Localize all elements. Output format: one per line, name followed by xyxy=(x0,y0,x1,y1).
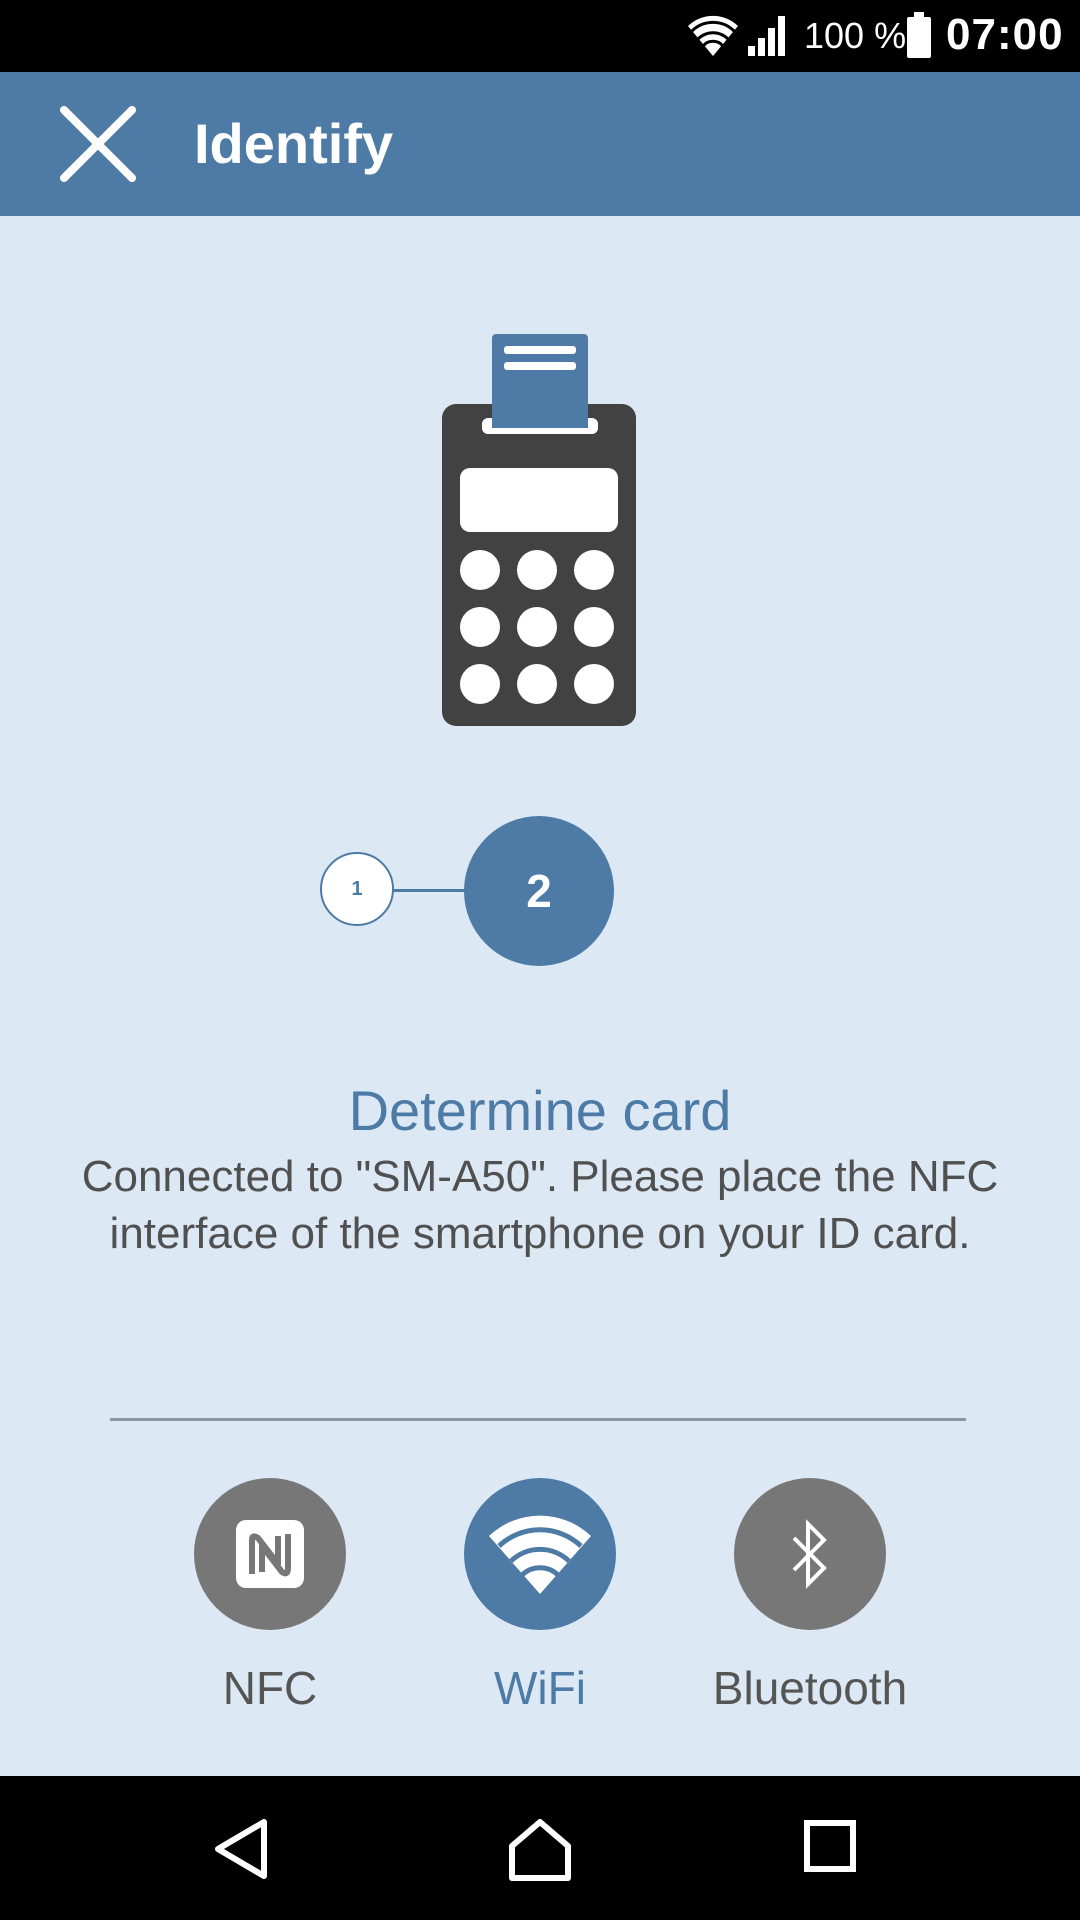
cell-signal-icon xyxy=(748,16,785,56)
home-icon[interactable] xyxy=(508,1818,572,1882)
wifi-button[interactable] xyxy=(464,1478,616,1630)
clock: 07:00 xyxy=(946,10,1064,59)
connection-option-nfc[interactable]: NFC xyxy=(170,1478,370,1718)
nfc-label: NFC xyxy=(222,1662,318,1714)
bluetooth-label: Bluetooth xyxy=(712,1662,908,1714)
navigation-bar xyxy=(0,1776,1080,1920)
step-1-indicator: 1 xyxy=(320,852,394,926)
bluetooth-button[interactable] xyxy=(734,1478,886,1630)
connection-option-wifi[interactable]: WiFi xyxy=(440,1478,640,1718)
step-title: Determine card xyxy=(348,1079,732,1142)
step-description: Connected to "SM-A50". Please place the … xyxy=(81,1152,999,1258)
step-2-indicator: 2 xyxy=(464,816,614,966)
wifi-label: WiFi xyxy=(494,1662,586,1714)
nfc-button[interactable] xyxy=(194,1478,346,1630)
wifi-icon xyxy=(489,1515,591,1594)
recent-apps-icon[interactable] xyxy=(804,1820,856,1872)
battery-percentage: 100 % xyxy=(804,15,907,56)
app-bar: Identify xyxy=(0,72,1080,216)
stepper: 1 2 xyxy=(318,812,618,968)
divider xyxy=(110,1418,966,1421)
connection-option-bluetooth[interactable]: Bluetooth xyxy=(710,1478,910,1718)
battery-icon xyxy=(907,12,931,58)
wifi-icon xyxy=(688,15,738,57)
bluetooth-icon xyxy=(792,1519,827,1589)
card-terminal-icon xyxy=(442,334,636,726)
back-icon[interactable] xyxy=(212,1818,272,1880)
status-bar: 100 % 07:00 xyxy=(0,0,1080,72)
nfc-icon xyxy=(236,1520,304,1588)
page-title: Identify xyxy=(194,112,394,175)
close-icon[interactable] xyxy=(56,102,140,186)
